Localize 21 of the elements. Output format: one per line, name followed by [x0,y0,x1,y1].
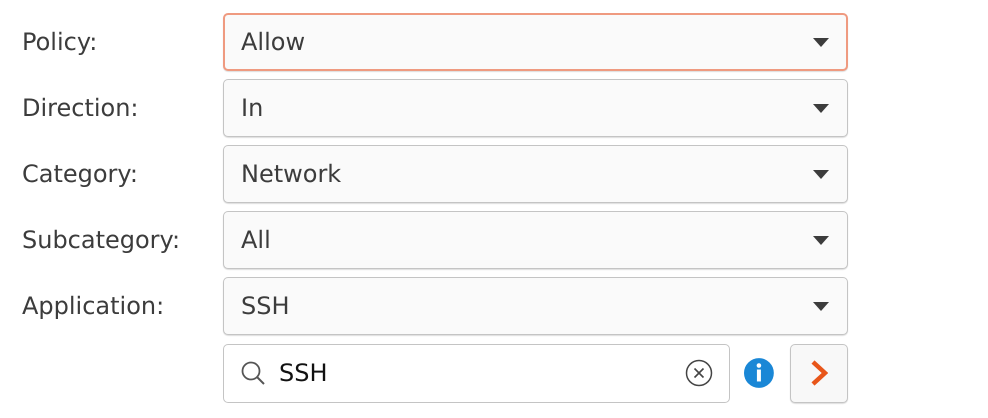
field-label: Direction: [22,94,140,122]
chevron-icon [810,359,828,387]
field-label: Application: [22,292,166,320]
caret-icon [813,170,829,178]
caret-icon [813,104,829,112]
dropdown[interactable]: SSH [223,277,848,335]
next-button[interactable] [790,344,848,402]
field-label: Policy: [22,28,98,56]
caret-icon [813,302,829,310]
search-field[interactable]: SSH [223,344,730,402]
dropdown[interactable]: In [223,79,848,137]
info-icon[interactable] [743,357,776,389]
field-label: Category: [22,160,139,188]
clear-icon[interactable] [685,359,714,387]
caret-icon [813,38,829,46]
search-icon [240,360,266,386]
field-label: Subcategory: [22,226,182,254]
caret-icon [813,236,829,244]
dropdown[interactable]: All [223,211,848,269]
dropdown[interactable]: Network [223,145,848,203]
dropdown[interactable]: Allow [223,13,848,71]
